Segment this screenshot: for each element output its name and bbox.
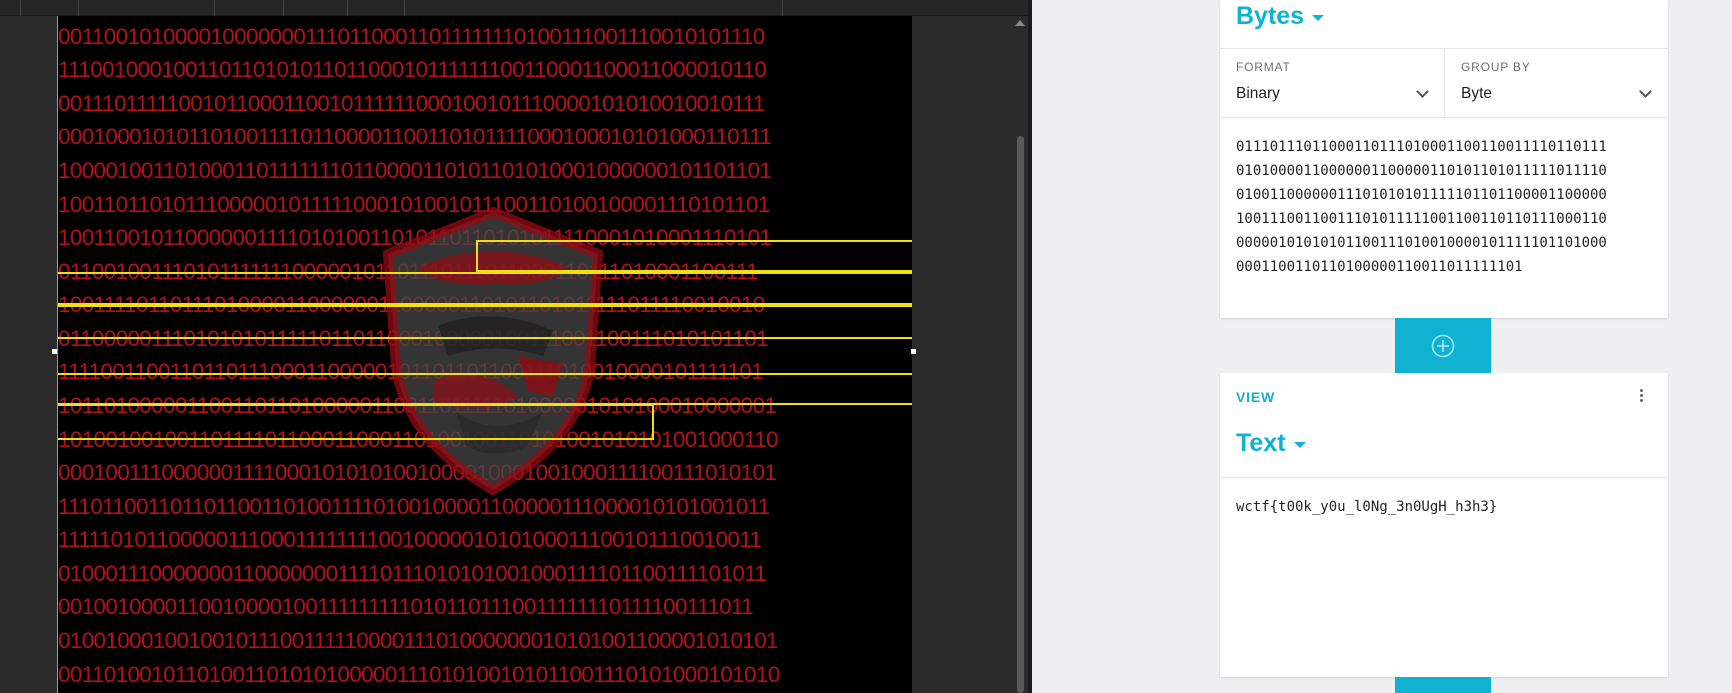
binary-line: 0111011101100011011101000110011001111011… [1236, 139, 1607, 155]
caret-down-icon [1293, 441, 1306, 448]
caret-down-icon [1312, 14, 1325, 21]
highlight-box [58, 305, 912, 339]
group-by-value: Byte [1461, 85, 1493, 102]
app-window: 0011001010000100000001110110001101111111… [0, 0, 1732, 693]
resize-handle-left[interactable] [52, 349, 57, 354]
highlight-box [58, 272, 912, 305]
toolbar-divider [78, 0, 79, 16]
toolbar-divider [214, 0, 215, 16]
toolbar-divider [347, 0, 348, 16]
scrollbar-thumb[interactable] [1017, 136, 1024, 693]
binary-line: 0101000011000000110000011010110101111101… [1236, 163, 1607, 179]
binary-row: 0011101111100101100011001011111100010010… [58, 91, 765, 116]
format-select[interactable]: FORMAT Binary [1220, 49, 1444, 117]
image-canvas[interactable]: 0011001010000100000001110110001101111111… [58, 16, 912, 693]
binary-row: 0011010010110100110101010000011101010010… [58, 662, 780, 687]
binary-input-area[interactable]: 0111011101100011011101000110011001111011… [1236, 135, 1656, 279]
view-type-label: Text [1236, 429, 1286, 457]
image-editor-pane[interactable]: 0011001010000100000001110110001101111111… [0, 0, 1028, 693]
converter-panel: Bytes FORMAT Binary GROUP BY Byte 011101… [1032, 0, 1732, 693]
binary-row: 0011001010000100000001110110001101111111… [58, 24, 765, 49]
input-type-dropdown[interactable]: Bytes [1236, 2, 1325, 31]
toolbar-divider [20, 0, 21, 16]
divider [1220, 117, 1668, 118]
binary-row: 0010010000110010000100111111111010110111… [58, 594, 754, 619]
chevron-down-icon [1639, 85, 1652, 98]
binary-line: 0000010101010110011101001000010111110110… [1236, 235, 1607, 251]
input-type-label: Bytes [1236, 2, 1305, 30]
toolbar-divider [782, 0, 783, 16]
input-card: Bytes FORMAT Binary GROUP BY Byte 011101… [1220, 0, 1668, 318]
binary-row: 1110010001001101101010110110001011111110… [58, 57, 767, 82]
plus-circle-icon [1431, 334, 1455, 358]
editor-toolbar [0, 0, 1028, 16]
resize-handle-right[interactable] [911, 349, 916, 354]
binary-line: 1001110011001110101111100110011011011100… [1236, 211, 1607, 227]
add-view-button[interactable] [1395, 318, 1491, 373]
binary-line: 0001100110110100000110011011111101 [1236, 259, 1523, 275]
divider [1220, 477, 1668, 478]
toolbar-divider [283, 0, 284, 16]
add-view-button-bottom[interactable] [1395, 677, 1491, 693]
highlight-box [58, 404, 654, 440]
view-section-label: VIEW [1236, 389, 1275, 405]
group-by-select[interactable]: GROUP BY Byte [1445, 49, 1668, 117]
view-card: VIEW Text wctf{t00k_y0u_l0Ng_3n0UgH_h3h3… [1220, 373, 1668, 677]
binary-line: 0100110000001110101010111110110110000110… [1236, 187, 1607, 203]
format-value: Binary [1236, 85, 1280, 102]
binary-row: 1000010011010001101111111011000011010110… [58, 158, 772, 183]
format-label: FORMAT [1236, 60, 1291, 74]
binary-row: 0100011100000001100000001111011101010100… [58, 561, 767, 586]
binary-row: 0001000101011010011110110000110011010111… [58, 124, 772, 149]
binary-row: 1110110011011011001101001111010010000110… [58, 494, 770, 519]
chevron-down-icon [1416, 85, 1429, 98]
more-options-icon[interactable] [1636, 387, 1646, 405]
decoded-text-output[interactable]: wctf{t00k_y0u_l0Ng_3n0UgH_h3h3} [1236, 495, 1497, 519]
view-type-dropdown[interactable]: Text [1236, 429, 1306, 458]
toolbar-divider [404, 0, 405, 16]
scroll-up-arrow-icon[interactable] [1015, 20, 1025, 26]
binary-row: 1111101011000001110001111111100100000101… [58, 527, 762, 552]
highlight-box [476, 240, 912, 272]
group-by-label: GROUP BY [1461, 60, 1531, 74]
highlight-box [58, 373, 912, 405]
binary-row: 0100100010010010111001111100001110100000… [58, 628, 779, 653]
